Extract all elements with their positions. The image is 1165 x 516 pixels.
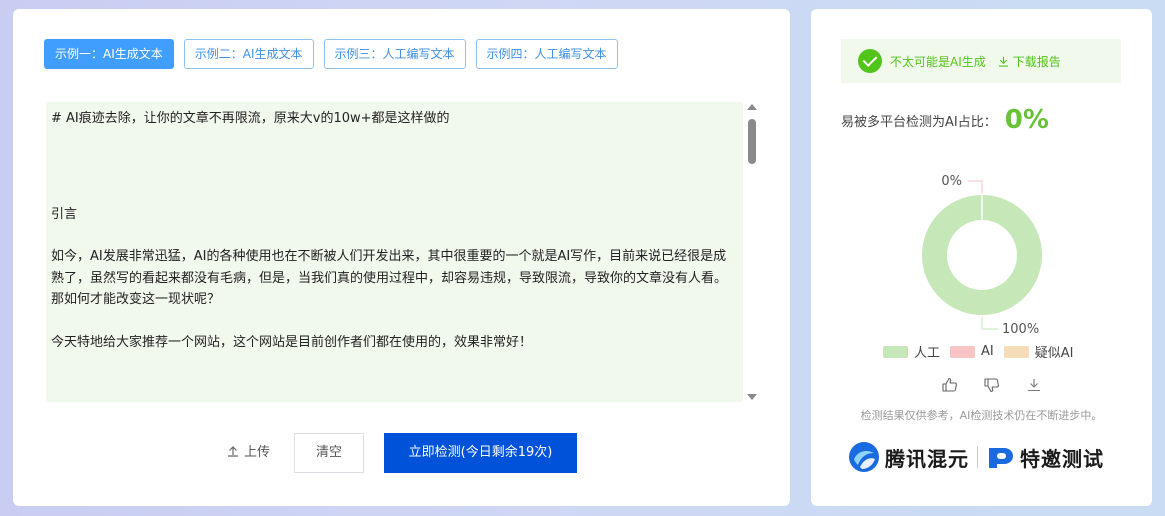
legend-item-suspected-ai[interactable]: 疑似AI xyxy=(1003,342,1074,361)
legend-item-ai[interactable]: AI xyxy=(950,342,994,361)
upload-icon xyxy=(228,445,238,457)
disclaimer-text: 检测结果仅供参考，AI检测技术仍在不断进步中。 xyxy=(860,409,1103,422)
legend-label-human: 人工 xyxy=(914,346,941,361)
brand-footer: 腾讯混元 特邀测试 xyxy=(848,441,1104,473)
editor-title-line: # AI痕迹去除，让你的文章不再限流，原来大v的10w+都是这样做的 xyxy=(51,111,450,126)
legend-label-suspected-ai: 疑似AI xyxy=(1034,346,1074,361)
ai-ratio-row: 易被多平台检测为AI占比： 0% xyxy=(841,107,1049,133)
check-circle-icon xyxy=(858,49,882,73)
ai-ratio-value: 0% xyxy=(1004,105,1049,135)
label-line-ai xyxy=(968,180,983,193)
clear-button[interactable]: 清空 xyxy=(294,433,364,473)
upload-button[interactable]: 上传 xyxy=(227,441,270,460)
brand-name-hunyuan: 腾讯混元 xyxy=(885,446,969,471)
download-report-link[interactable]: 下载报告 xyxy=(998,53,1061,70)
hunyuan-logo-icon xyxy=(849,442,879,472)
scroll-down-arrow-icon[interactable] xyxy=(747,394,757,400)
action-bar: 上传 清空 立即检测(今日剩余19次) xyxy=(13,433,790,473)
chart-legend: 人工 AI 疑似AI xyxy=(883,342,1073,361)
thumbs-up-icon[interactable] xyxy=(941,376,959,394)
legend-label-ai: AI xyxy=(981,344,994,359)
invite-test-logo-icon xyxy=(989,448,1013,468)
legend-swatch-human xyxy=(883,345,908,358)
download-icon xyxy=(998,56,1008,67)
upload-label: 上传 xyxy=(244,445,271,460)
editor-paragraph-1: 如今，AI发展非常迅猛，AI的各种使用也在不断被人们开发出来，其中很重要的一个就… xyxy=(51,249,728,307)
verdict-text: 不太可能是AI生成 xyxy=(890,54,986,69)
editor-paragraph-2: 今天特地给大家推荐一个网站，这个网站是目前创作者们都在使用的，效果非常好！ xyxy=(51,334,533,350)
input-panel: 示例一：AI生成文本 示例二：AI生成文本 示例三：人工编写文本 示例四：人工编… xyxy=(13,9,790,506)
download-label: 下载报告 xyxy=(1012,54,1061,69)
example-tabs: 示例一：AI生成文本 示例二：AI生成文本 示例三：人工编写文本 示例四：人工编… xyxy=(44,39,618,69)
label-line-human xyxy=(981,317,998,330)
tab-example-4[interactable]: 示例四：人工编写文本 xyxy=(475,39,618,69)
legend-swatch-suspected-ai xyxy=(1003,345,1029,358)
text-editor[interactable]: # AI痕迹去除，让你的文章不再限流，原来大v的10w+都是这样做的 引言 如今… xyxy=(46,102,743,402)
legend-item-human[interactable]: 人工 xyxy=(883,342,940,361)
detect-button[interactable]: 立即检测(今日剩余19次) xyxy=(384,433,577,473)
tab-example-3[interactable]: 示例三：人工编写文本 xyxy=(323,39,466,69)
legend-swatch-ai xyxy=(950,345,976,358)
tab-example-2[interactable]: 示例二：AI生成文本 xyxy=(183,39,314,69)
feedback-bar xyxy=(941,376,1043,394)
data-label-ai: 0% xyxy=(941,174,962,189)
scroll-up-arrow-icon[interactable] xyxy=(747,104,757,110)
brand-divider xyxy=(977,446,978,468)
ai-ratio-donut-chart: 0% 100% xyxy=(921,174,1042,337)
result-panel: 不太可能是AI生成 下载报告 易被多平台检测为AI占比： 0% 0% 100% 人… xyxy=(811,9,1152,506)
tab-example-1[interactable]: 示例一：AI生成文本 xyxy=(44,39,174,69)
data-label-human: 100% xyxy=(1002,322,1039,337)
thumbs-down-icon[interactable] xyxy=(983,376,1001,394)
ai-ratio-label: 易被多平台检测为AI占比： xyxy=(841,114,997,130)
result-banner: 不太可能是AI生成 下载报告 xyxy=(841,39,1121,83)
download-result-icon[interactable] xyxy=(1025,376,1043,394)
brand-name-invite-test: 特邀测试 xyxy=(1020,446,1104,471)
scrollbar-thumb[interactable] xyxy=(748,119,756,164)
editor-scrollbar[interactable] xyxy=(746,102,758,402)
editor-intro-line: 引言 xyxy=(51,206,78,222)
